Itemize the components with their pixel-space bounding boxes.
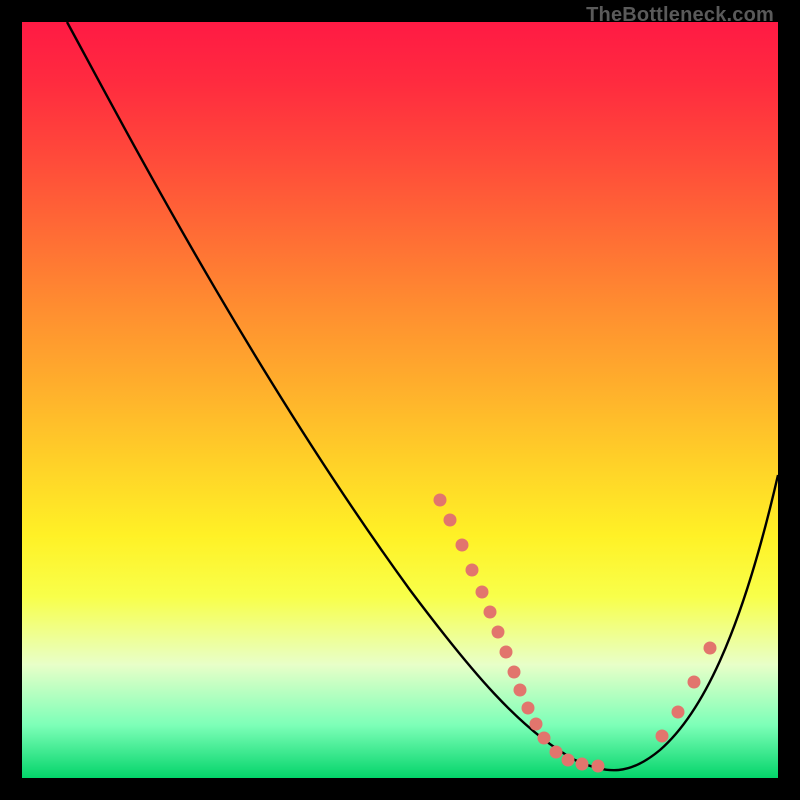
scatter-dot	[466, 564, 479, 577]
scatter-dot	[456, 539, 469, 552]
scatter-dot	[672, 706, 685, 719]
scatter-dot	[500, 646, 513, 659]
scatter-dot	[514, 684, 527, 697]
scatter-dot	[444, 514, 457, 527]
scatter-dot	[656, 730, 669, 743]
scatter-dot	[576, 758, 589, 771]
scatter-dot	[476, 586, 489, 599]
scatter-dot	[484, 606, 497, 619]
scatter-dot	[704, 642, 717, 655]
scatter-dot	[434, 494, 447, 507]
chart-svg	[0, 0, 800, 800]
bottleneck-curve	[67, 22, 778, 770]
scatter-dot	[492, 626, 505, 639]
scatter-dot	[530, 718, 543, 731]
scatter-dot	[538, 732, 551, 745]
scatter-dot	[562, 754, 575, 767]
scatter-dots	[434, 494, 717, 773]
scatter-dot	[592, 760, 605, 773]
scatter-dot	[550, 746, 563, 759]
scatter-dot	[508, 666, 521, 679]
scatter-dot	[688, 676, 701, 689]
scatter-dot	[522, 702, 535, 715]
